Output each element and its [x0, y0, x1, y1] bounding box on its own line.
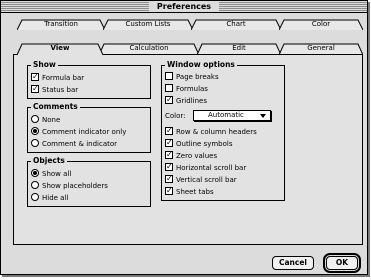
group-title: Window options — [165, 60, 237, 70]
tab-label: Transition — [44, 20, 78, 28]
tab-color[interactable]: Color — [279, 19, 363, 30]
radio-circle — [31, 139, 39, 147]
tab-transition[interactable]: Transition — [17, 19, 105, 30]
radio-circle — [31, 115, 39, 123]
tab-custom-lists[interactable]: Custom Lists — [103, 19, 193, 30]
checkbox-box: ✓ — [165, 186, 173, 195]
checkbox-box: ✓ — [165, 150, 173, 159]
checkbox-label: Zero values — [176, 152, 218, 160]
color-popup-value: Automatic — [208, 111, 244, 119]
status-bar-checkbox[interactable]: ✓ Status bar — [31, 85, 78, 95]
group-title: Objects — [31, 156, 67, 166]
checkbox-label: Row & column headers — [176, 128, 257, 136]
hide-all-radio[interactable]: Hide all — [31, 193, 68, 203]
formula-bar-checkbox[interactable]: ✓ Formula bar — [31, 73, 84, 83]
checkbox-label: Sheet tabs — [176, 188, 214, 196]
horizontal-scroll-bar-checkbox[interactable]: ✓ Horizontal scroll bar — [165, 163, 246, 173]
zero-values-checkbox[interactable]: ✓ Zero values — [165, 151, 217, 161]
checkbox-label: Vertical scroll bar — [176, 176, 237, 184]
formulas-checkbox[interactable]: Formulas — [165, 84, 208, 94]
tab-label: View — [50, 44, 70, 52]
checkbox-box: ✓ — [165, 126, 173, 135]
radio-label: Comment indicator only — [42, 128, 127, 136]
gridlines-checkbox[interactable]: ✓ Gridlines — [165, 96, 207, 106]
ok-button[interactable]: OK — [323, 253, 361, 273]
checkbox-label: Formula bar — [42, 74, 85, 82]
radio-circle — [31, 169, 39, 177]
checkbox-box: ✓ — [165, 138, 173, 147]
checkbox-box — [165, 84, 173, 92]
tab-chart[interactable]: Chart — [191, 19, 281, 30]
comments-none-radio[interactable]: None — [31, 115, 60, 125]
comment-and-indicator-radio[interactable]: Comment & indicator — [31, 139, 117, 149]
preferences-window: Preferences Transition Custom Lists Char… — [0, 0, 368, 275]
checkbox-label: Horizontal scroll bar — [176, 164, 247, 172]
checkbox-box: ✓ — [31, 72, 39, 81]
vertical-scroll-bar-checkbox[interactable]: ✓ Vertical scroll bar — [165, 175, 237, 185]
sheet-tabs-checkbox[interactable]: ✓ Sheet tabs — [165, 187, 214, 197]
checkbox-label: Formulas — [176, 85, 208, 93]
tab-label: Edit — [232, 44, 246, 52]
row-column-headers-checkbox[interactable]: ✓ Row & column headers — [165, 127, 257, 137]
group-title: Show — [31, 60, 58, 70]
tab-label: Custom Lists — [125, 20, 171, 28]
radio-label: Hide all — [42, 194, 69, 202]
checkbox-label: Status bar — [42, 86, 79, 94]
radio-label: Comment & indicator — [42, 140, 118, 148]
tab-label: Calculation — [129, 44, 169, 52]
show-placeholders-radio[interactable]: Show placeholders — [31, 181, 108, 191]
tab-label: General — [307, 44, 335, 52]
popup-arrow-icon — [260, 114, 266, 118]
checkbox-label: Gridlines — [176, 97, 207, 105]
checkbox-box: ✓ — [165, 174, 173, 183]
cancel-button[interactable]: Cancel — [272, 256, 314, 270]
title-bar[interactable]: Preferences — [1, 1, 367, 13]
color-label: Color: — [165, 112, 186, 120]
page-breaks-checkbox[interactable]: Page breaks — [165, 72, 219, 82]
outline-symbols-checkbox[interactable]: ✓ Outline symbols — [165, 139, 232, 149]
radio-label: Show placeholders — [42, 182, 108, 190]
comment-indicator-only-radio[interactable]: Comment indicator only — [31, 127, 126, 137]
tab-label: Chart — [226, 20, 246, 28]
radio-circle — [31, 127, 39, 135]
checkbox-box: ✓ — [165, 95, 173, 104]
color-popup-menu[interactable]: Automatic — [193, 110, 271, 121]
tab-view[interactable]: View — [17, 43, 103, 56]
radio-label: None — [42, 116, 61, 124]
radio-circle — [31, 193, 39, 201]
panel-top-edge — [101, 54, 363, 55]
checkbox-label: Outline symbols — [176, 140, 233, 148]
radio-circle — [31, 181, 39, 189]
checkbox-label: Page breaks — [176, 73, 219, 81]
checkbox-box: ✓ — [165, 162, 173, 171]
checkbox-box — [165, 72, 173, 80]
group-title: Comments — [31, 102, 80, 112]
window-title: Preferences — [148, 1, 220, 12]
show-all-radio[interactable]: Show all — [31, 169, 71, 179]
checkbox-box: ✓ — [31, 84, 39, 93]
tab-label: Color — [311, 20, 331, 28]
radio-label: Show all — [42, 170, 72, 178]
